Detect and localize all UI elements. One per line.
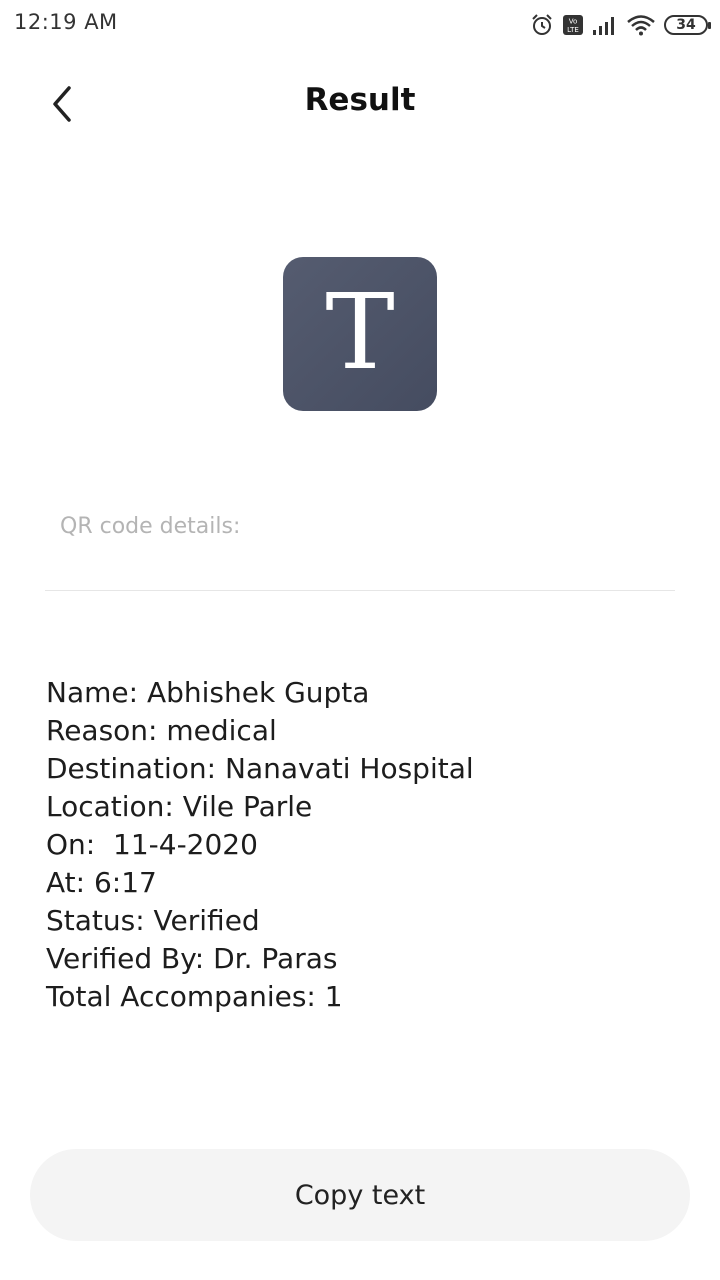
signal-icon bbox=[593, 17, 614, 35]
top-app-bar: Result bbox=[0, 60, 720, 146]
text-type-icon: T bbox=[283, 257, 437, 411]
battery-icon: 34 bbox=[664, 15, 711, 35]
volte-icon: Vo LTE bbox=[563, 15, 583, 35]
divider bbox=[45, 590, 675, 591]
detail-line: Reason: medical bbox=[46, 714, 277, 747]
details-label: QR code details: bbox=[60, 514, 241, 539]
wifi-icon bbox=[627, 15, 655, 36]
text-type-letter: T bbox=[325, 271, 395, 393]
qr-details-text[interactable]: Name: Abhishek Gupta Reason: medical Des… bbox=[46, 674, 686, 1016]
detail-line: Status: Verified bbox=[46, 904, 260, 937]
detail-line: Total Accompanies: 1 bbox=[46, 980, 343, 1013]
svg-text:LTE: LTE bbox=[567, 26, 579, 34]
status-bar: 12:19 AM Vo LTE 34 bbox=[0, 0, 720, 48]
copy-text-button[interactable]: Copy text bbox=[30, 1149, 690, 1241]
page-title: Result bbox=[304, 82, 416, 118]
detail-line: Location: Vile Parle bbox=[46, 790, 313, 823]
detail-line: Name: Abhishek Gupta bbox=[46, 676, 370, 709]
detail-line: Destination: Nanavati Hospital bbox=[46, 752, 474, 785]
status-icons: Vo LTE 34 bbox=[530, 12, 711, 38]
detail-line: At: 6:17 bbox=[46, 866, 157, 899]
detail-line: Verified By: Dr. Paras bbox=[46, 942, 338, 975]
alarm-icon bbox=[532, 14, 552, 35]
svg-text:Vo: Vo bbox=[569, 18, 578, 26]
detail-line: On: 11-4-2020 bbox=[46, 828, 258, 861]
status-time: 12:19 AM bbox=[14, 10, 118, 34]
